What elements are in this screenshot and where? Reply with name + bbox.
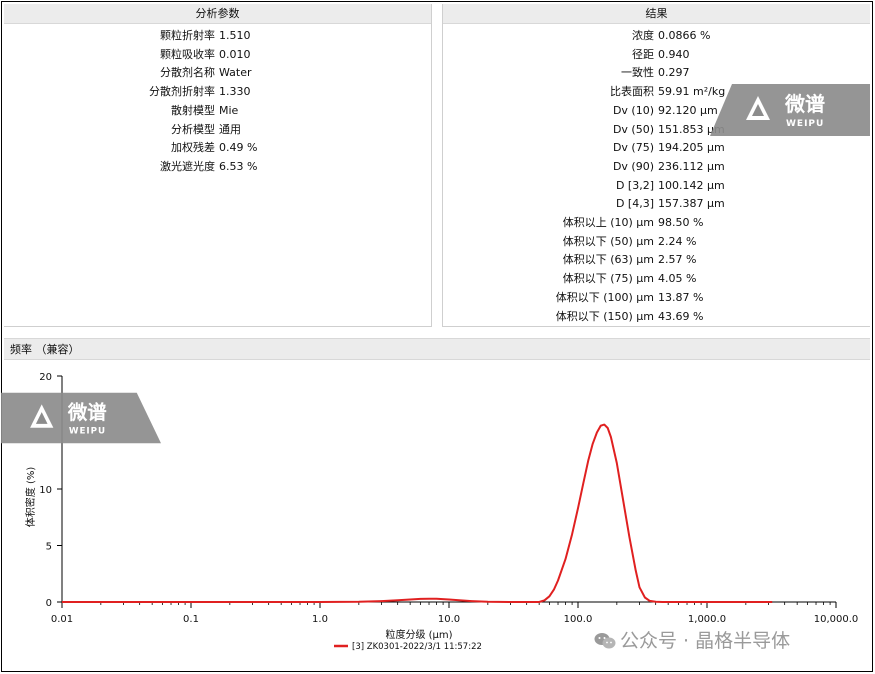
result-value: 194.205 μm: [658, 141, 725, 155]
param-label: 加权残差: [171, 141, 215, 155]
result-value: 0.940: [658, 47, 690, 61]
result-label: 体积以下 (63) μm: [562, 253, 654, 267]
param-label: 分散剂折射率: [149, 85, 215, 99]
result-label: D [3,2]: [615, 178, 654, 192]
param-row: 散射模型 Mie: [4, 101, 431, 120]
result-row: D [4,3] 157.387 μm: [443, 194, 870, 213]
result-value: 92.120 μm: [658, 103, 718, 117]
result-label: 体积以下 (75) μm: [562, 272, 654, 286]
weipu-watermark-logo-chart: 微谱 WEIPU: [1, 392, 161, 444]
report-frame: 分析参数 颗粒折射率 1.510 颗粒吸收率 0.010 分散剂名称 Water 分散剂折射…: [1, 1, 873, 672]
result-row: 体积以下 (100) μm 13.87 %: [443, 288, 870, 307]
legend-label: [3] ZK0301-2022/3/1 11:57:22: [352, 642, 482, 652]
analysis-params-title: 分析参数: [4, 4, 431, 24]
param-label: 激光遮光度: [160, 159, 215, 173]
result-label: Dv (75): [612, 141, 654, 155]
frequency-section-title: 频率 （兼容）: [4, 338, 870, 360]
param-row: 颗粒折射率 1.510: [4, 26, 431, 45]
result-value: 4.05 %: [658, 272, 697, 286]
series-line: [62, 423, 773, 603]
result-value: 2.24 %: [658, 234, 697, 248]
result-label: 体积以下 (50) μm: [562, 234, 654, 248]
result-row: Dv (75) 194.205 μm: [443, 138, 870, 157]
param-value: 1.510: [219, 29, 251, 42]
y-tick-label: 20: [39, 372, 52, 383]
result-row: 体积以下 (50) μm 2.24 %: [443, 232, 870, 251]
watermark-brand-cn-chart: 微谱: [67, 401, 107, 424]
result-label: 体积以上 (10) μm: [562, 216, 654, 229]
result-value: 0.297: [658, 66, 690, 80]
result-row: 体积以下 (63) μm 2.57 %: [443, 250, 870, 269]
param-value: 通用: [219, 122, 241, 136]
param-value: 0.010: [219, 47, 251, 61]
y-axis-label: 体积密度 (%): [24, 467, 37, 528]
y-tick-label: 0: [46, 598, 52, 609]
param-value: Water: [219, 66, 252, 80]
result-label: 体积以下 (100) μm: [555, 290, 654, 304]
y-tick-label: 10: [39, 485, 52, 496]
result-label: D [4,3]: [615, 197, 654, 211]
param-label: 散射模型: [171, 103, 215, 117]
result-row: 体积以下 (150) μm 43.69 %: [443, 307, 870, 326]
result-label: 比表面积: [610, 85, 654, 99]
footer-watermark: 公众号 · 晶格半导体: [594, 626, 790, 653]
param-row: 分散剂折射率 1.330: [4, 82, 431, 101]
wechat-icon: [594, 632, 616, 650]
x-tick-label: 0.1: [183, 614, 199, 625]
result-value: 2.57 %: [658, 253, 697, 267]
result-label: 体积以下 (150) μm: [555, 309, 654, 323]
weipu-watermark-logo: 微谱 WEIPU: [710, 84, 870, 136]
param-label: 分散剂名称: [160, 66, 215, 80]
result-label: 一致性: [621, 66, 654, 80]
result-row: D [3,2] 100.142 μm: [443, 176, 870, 195]
footer-watermark-text: 公众号 · 晶格半导体: [620, 630, 791, 652]
x-tick-label: 1,000.0: [688, 614, 726, 625]
result-value: 157.387 μm: [658, 197, 725, 211]
results-panel: 结果 浓度 0.0866 % 径距 0.940 一致性 0.297 比表面积 59.91 m²…: [442, 4, 870, 327]
result-row: 径距 0.940: [443, 45, 870, 64]
result-row: 体积以下 (75) μm 4.05 %: [443, 269, 870, 288]
param-value: Mie: [219, 103, 239, 117]
watermark-brand-cn: 微谱: [784, 92, 825, 116]
result-value: 100.142 μm: [658, 178, 725, 192]
param-row: 分散剂名称 Water: [4, 63, 431, 82]
x-tick-label: 10,000.0: [814, 614, 859, 625]
param-label: 颗粒吸收率: [160, 47, 215, 61]
param-row: 颗粒吸收率 0.010: [4, 45, 431, 64]
param-value: 1.330: [219, 85, 251, 99]
result-label: Dv (10): [612, 103, 654, 117]
param-row: 加权残差 0.49 %: [4, 138, 431, 157]
y-tick-label: 5: [46, 542, 52, 553]
x-tick-label: 10.0: [438, 614, 460, 625]
result-row: Dv (90) 236.112 μm: [443, 157, 870, 176]
param-label: 颗粒折射率: [160, 29, 215, 42]
analysis-params-panel: 分析参数 颗粒折射率 1.510 颗粒吸收率 0.010 分散剂名称 Water 分散剂折射…: [4, 4, 432, 327]
result-label: 径距: [632, 47, 654, 61]
result-label: 浓度: [632, 29, 654, 42]
result-label: Dv (50): [612, 122, 654, 136]
param-row: 分析模型 通用: [4, 120, 431, 139]
result-row: 浓度 0.0866 %: [443, 26, 870, 45]
watermark-brand-en: WEIPU: [786, 119, 824, 129]
param-value: 0.49 %: [219, 141, 258, 155]
result-value: 13.87 %: [658, 290, 704, 304]
result-row: 一致性 0.297: [443, 63, 870, 82]
param-value: 6.53 %: [219, 159, 258, 173]
results-title: 结果: [443, 4, 870, 24]
watermark-brand-en-chart: WEIPU: [69, 427, 106, 437]
x-tick-label: 100.0: [564, 614, 593, 625]
result-value: 98.50 %: [658, 216, 704, 229]
param-row: 激光遮光度 6.53 %: [4, 157, 431, 176]
result-label: Dv (90): [612, 159, 654, 173]
x-axis-label: 粒度分级 (μm): [385, 628, 452, 641]
result-value: 43.69 %: [658, 309, 704, 323]
x-tick-label: 1.0: [312, 614, 328, 625]
param-label: 分析模型: [171, 122, 215, 136]
x-tick-label: 0.01: [51, 614, 73, 625]
result-value: 0.0866 %: [658, 29, 711, 42]
result-value: 236.112 μm: [658, 159, 725, 173]
result-row: 体积以上 (10) μm 98.50 %: [443, 213, 870, 232]
